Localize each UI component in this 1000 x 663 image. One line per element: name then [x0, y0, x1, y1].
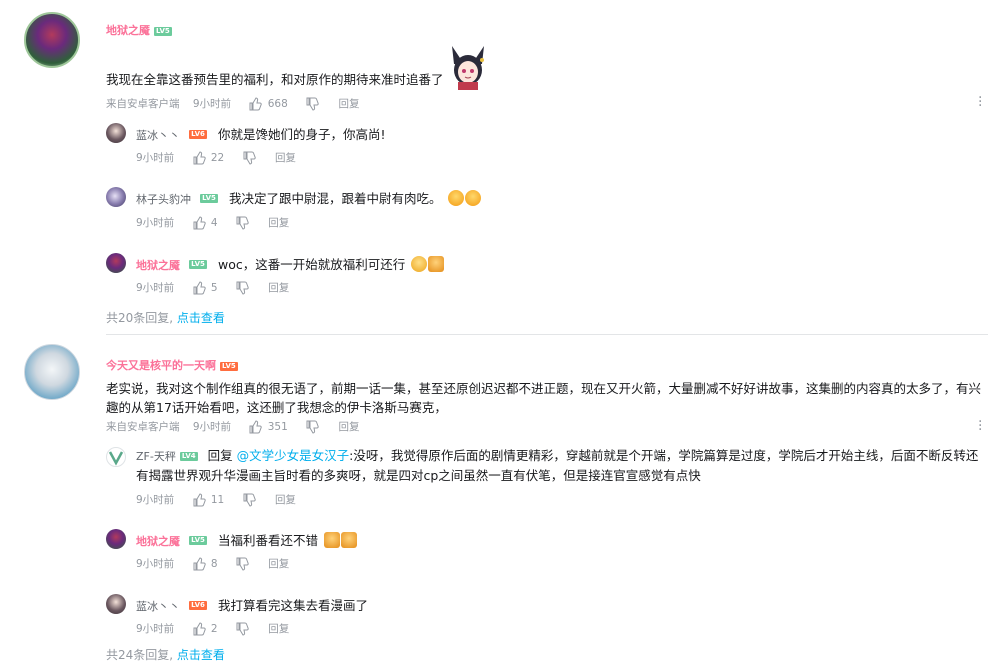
reply-text: 你就是馋她们的身子，你高尚!	[217, 127, 386, 142]
reply-meta: 9小时前 11 回复	[136, 492, 296, 507]
like-icon[interactable]	[192, 556, 206, 571]
like-icon[interactable]	[192, 280, 206, 295]
dislike-icon[interactable]	[235, 622, 249, 636]
comment-meta: 来自安卓客户端 9小时前 668 回复	[106, 96, 360, 111]
reply-meta: 9小时前 4 回复	[136, 215, 290, 230]
reply-button[interactable]: 回复	[275, 492, 296, 507]
reply-button[interactable]: 回复	[275, 150, 296, 165]
like-icon[interactable]	[192, 621, 206, 636]
username[interactable]: 地狱之魇	[136, 259, 180, 272]
dislike-icon[interactable]	[235, 216, 249, 230]
like-icon[interactable]	[192, 492, 206, 507]
dislike-icon[interactable]	[235, 557, 249, 571]
level-badge: LV5	[154, 26, 172, 36]
more-options-icon[interactable]: · · ·	[978, 415, 982, 437]
reply-meta: 9小时前 5 回复	[136, 280, 290, 295]
username[interactable]: 地狱之魇	[136, 535, 180, 548]
view-more-link[interactable]: 点击查看	[177, 311, 225, 325]
reply-row: 蓝冰丶丶 LV6 你就是馋她们的身子，你高尚!	[136, 124, 386, 144]
reply-button[interactable]: 回复	[268, 215, 289, 230]
reply-meta: 9小时前 2 回复	[136, 621, 290, 636]
like-count: 2	[210, 622, 218, 635]
more-options-icon[interactable]: · · ·	[978, 91, 982, 113]
like-count: 5	[210, 281, 218, 294]
username[interactable]: 今天又是核平的一天啊 LV5	[106, 357, 238, 373]
comment-text: 我现在全靠这番预告里的福利，和对原作的期待来准时追番了	[106, 72, 444, 87]
like-count: 11	[210, 493, 225, 506]
reply-button[interactable]: 回复	[268, 556, 289, 571]
like-count: 22	[210, 151, 225, 164]
reply-row: ZF-天秤 LV4 回复 @文学少女是女汉子:没呀，我觉得原作后面的剧情更精彩，穿…	[136, 448, 979, 483]
reply-text: 当福利番看还不错	[217, 533, 318, 548]
dislike-icon[interactable]	[242, 151, 256, 165]
avatar[interactable]	[106, 447, 126, 467]
like-count: 668	[267, 97, 288, 110]
avatar[interactable]	[24, 344, 80, 400]
like-icon[interactable]	[192, 215, 206, 230]
avatar[interactable]	[106, 529, 126, 549]
view-more-link[interactable]: 点击查看	[177, 648, 225, 662]
like-count: 351	[267, 420, 288, 433]
reply-button[interactable]: 回复	[268, 621, 289, 636]
reply-count: 共20条回复, 点击查看	[106, 311, 225, 325]
level-badge: LV5	[220, 361, 238, 371]
comment-meta: 来自安卓客户端 9小时前 351 回复	[106, 419, 360, 434]
username[interactable]: 蓝冰丶丶	[136, 129, 180, 142]
reply-button[interactable]: 回复	[268, 280, 289, 295]
avatar[interactable]	[106, 187, 126, 207]
level-badge: LV5	[189, 260, 207, 269]
divider	[106, 334, 988, 335]
dislike-icon[interactable]	[305, 420, 319, 434]
avatar[interactable]	[106, 123, 126, 143]
mention-link[interactable]: @文学少女是女汉子	[237, 448, 350, 463]
reply-button[interactable]: 回复	[338, 419, 359, 434]
reply-meta: 9小时前 8 回复	[136, 556, 290, 571]
emoji-icon	[411, 256, 428, 272]
reply-row: 林子头豹冲 LV5 我决定了跟中尉混，跟着中尉有肉吃。	[136, 188, 481, 208]
username[interactable]: 地狱之魇 LV5	[106, 22, 172, 38]
username[interactable]: ZF-天秤	[136, 450, 176, 463]
dislike-icon[interactable]	[242, 493, 256, 507]
level-badge: LV5	[189, 536, 207, 545]
emoji-icon	[428, 256, 445, 272]
like-icon[interactable]	[248, 419, 263, 434]
avatar[interactable]	[106, 253, 126, 273]
level-badge: LV5	[200, 194, 218, 203]
level-badge: LV6	[189, 601, 207, 610]
reply-row: 蓝冰丶丶 LV6 我打算看完这集去看漫画了	[136, 595, 368, 615]
reply-text: 我打算看完这集去看漫画了	[217, 598, 368, 613]
reply-count: 共24条回复, 点击查看	[106, 648, 225, 662]
like-icon[interactable]	[248, 96, 263, 111]
dislike-icon[interactable]	[305, 97, 319, 111]
username[interactable]: 蓝冰丶丶	[136, 600, 180, 613]
level-badge: LV4	[179, 452, 198, 461]
avatar[interactable]	[106, 594, 126, 614]
emoji-icon	[447, 190, 464, 206]
like-count: 4	[210, 216, 218, 229]
sticker-image	[446, 44, 490, 90]
emoji-icon	[341, 532, 358, 548]
comment-text: 老实说，我对这个制作组真的很无语了，前期一话一集，甚至还原创迟迟都不进正题，现在…	[106, 381, 982, 415]
emoji-icon	[464, 190, 481, 206]
level-badge: LV6	[189, 130, 207, 139]
like-count: 8	[210, 557, 218, 570]
reply-text: 我决定了跟中尉混，跟着中尉有肉吃。	[228, 191, 442, 206]
avatar-logo-icon	[108, 451, 124, 466]
reply-row: 地狱之魇 LV5 woc，这番一开始就放福利可还行	[136, 254, 445, 274]
emoji-icon	[324, 532, 341, 548]
reply-meta: 9小时前 22 回复	[136, 150, 296, 165]
username[interactable]: 林子头豹冲	[136, 193, 191, 206]
reply-row: 地狱之魇 LV5 当福利番看还不错	[136, 530, 358, 550]
dislike-icon[interactable]	[235, 281, 249, 295]
like-icon[interactable]	[192, 150, 206, 165]
reply-text: woc，这番一开始就放福利可还行	[217, 257, 406, 272]
reply-button[interactable]: 回复	[338, 96, 359, 111]
avatar[interactable]	[24, 12, 80, 68]
